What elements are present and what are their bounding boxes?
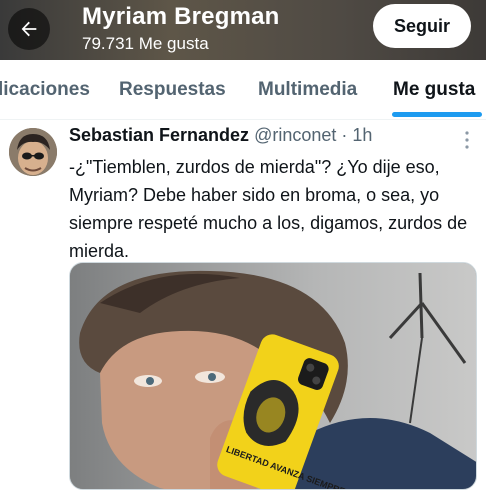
arrow-left-icon bbox=[21, 21, 37, 37]
media-photo: LIBERTAD AVANZA SIEMPRE bbox=[70, 263, 476, 489]
tab-likes[interactable]: Me gusta bbox=[393, 60, 475, 119]
more-vertical-icon[interactable] bbox=[458, 130, 476, 150]
tweet-time[interactable]: 1h bbox=[352, 125, 372, 145]
tab-posts[interactable]: licaciones bbox=[0, 60, 90, 119]
avatar[interactable] bbox=[9, 128, 57, 176]
likes-count: 79.731 Me gusta bbox=[82, 34, 209, 53]
back-button[interactable] bbox=[8, 8, 50, 50]
profile-name: Myriam Bregman bbox=[82, 3, 280, 30]
tweet-media[interactable]: LIBERTAD AVANZA SIEMPRE bbox=[69, 262, 477, 490]
tab-media[interactable]: Multimedia bbox=[258, 60, 357, 119]
tweet-header: Sebastian Fernandez @rinconet · 1h bbox=[69, 125, 372, 151]
avatar-image bbox=[9, 128, 57, 176]
active-tab-indicator bbox=[392, 112, 482, 117]
follow-button[interactable]: Seguir bbox=[373, 4, 471, 48]
author-handle[interactable]: @rinconet bbox=[254, 125, 336, 145]
profile-tabs: licaciones Respuestas Multimedia Me gust… bbox=[0, 60, 486, 120]
tab-replies[interactable]: Respuestas bbox=[119, 60, 226, 119]
profile-header: Myriam Bregman 79.731 Me gusta Seguir bbox=[0, 0, 486, 60]
separator-dot: · bbox=[341, 125, 348, 145]
tweet-text: -¿"Tiemblen, zurdos de mierda"? ¿Yo dije… bbox=[69, 157, 468, 261]
author-name[interactable]: Sebastian Fernandez bbox=[69, 125, 249, 145]
